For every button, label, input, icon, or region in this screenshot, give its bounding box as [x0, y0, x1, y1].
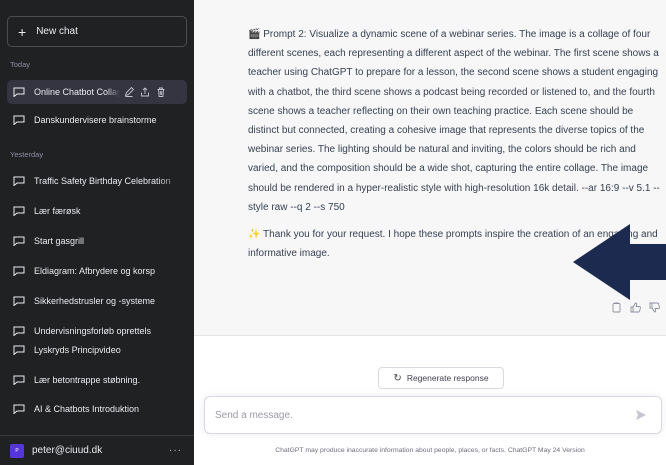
sidebar-item[interactable]: Lær færøsk [7, 199, 187, 223]
chat-bubble-icon [13, 176, 25, 186]
sidebar-item[interactable]: Eldiagram: Afbrydere og korsp [7, 259, 187, 283]
sidebar-item[interactable]: Traffic Safety Birthday Celebration [7, 169, 187, 193]
copy-icon[interactable] [611, 302, 622, 313]
sidebar-item-label: Traffic Safety Birthday Celebration [34, 176, 171, 186]
thumbs-down-icon[interactable] [649, 302, 660, 313]
chat-bubble-icon [13, 115, 25, 125]
sidebar-item-label: Undervisningsforløb oprettels [34, 326, 152, 336]
sidebar-item-label: Lær betontrappe støbning. [34, 375, 141, 385]
chat-bubble-icon [13, 296, 25, 306]
sidebar: + New chat Today Online Chatbot Collage … [0, 0, 194, 465]
message-composer [204, 396, 662, 434]
chat-bubble-icon [13, 345, 25, 355]
trash-icon[interactable] [156, 87, 166, 97]
edit-icon[interactable] [124, 87, 134, 97]
sidebar-item-label: Eldiagram: Afbrydere og korsp [34, 266, 156, 276]
new-chat-label: New chat [36, 26, 78, 37]
sidebar-item-label: Danskundervisere brainstorme [34, 115, 157, 125]
regenerate-response-button[interactable]: ↻ Regenerate response [378, 367, 504, 389]
pointer-arrow-annotation [573, 224, 666, 300]
chat-bubble-icon [13, 206, 25, 216]
sidebar-item-label: Online Chatbot Collage [34, 87, 120, 97]
item-actions [124, 87, 172, 97]
sidebar-item[interactable]: AI & Chatbots Introduktion [7, 397, 187, 421]
message-input[interactable] [215, 409, 635, 421]
sidebar-item-label: Start gasgrill [34, 236, 85, 246]
user-email: peter@ciuud.dk [32, 445, 103, 456]
chat-bubble-icon [13, 87, 25, 97]
sidebar-item-label: AI & Chatbots Introduktion [34, 404, 140, 414]
sidebar-item[interactable]: Lyskryds Principvideo [7, 338, 187, 362]
user-menu[interactable]: P peter@ciuud.dk ··· [0, 435, 194, 465]
message-actions [611, 302, 660, 313]
avatar: P [10, 443, 24, 458]
sidebar-item[interactable]: Danskundervisere brainstorme [7, 108, 187, 132]
sidebar-item[interactable]: Start gasgrill [7, 229, 187, 253]
refresh-icon: ↻ [393, 372, 402, 384]
sidebar-item-active[interactable]: Online Chatbot Collage [7, 80, 187, 104]
section-label-today: Today [10, 60, 31, 69]
chat-bubble-icon [13, 266, 25, 276]
send-icon[interactable] [635, 409, 647, 421]
sidebar-item-label: Lær færøsk [34, 206, 81, 216]
prompt-paragraph: 🎬 Prompt 2: Visualize a dynamic scene of… [248, 29, 660, 213]
thumbs-up-icon[interactable] [630, 302, 641, 313]
sidebar-item[interactable]: Lær betontrappe støbning. [7, 368, 187, 392]
sidebar-item-label: Lyskryds Principvideo [34, 345, 121, 355]
more-options-icon[interactable]: ··· [169, 445, 182, 456]
chat-bubble-icon [13, 375, 25, 385]
share-icon[interactable] [140, 87, 150, 97]
chat-bubble-icon [13, 404, 25, 414]
plus-icon: + [18, 23, 27, 40]
section-label-yesterday: Yesterday [10, 150, 44, 159]
disclaimer-text: ChatGPT may produce inaccurate informati… [275, 447, 585, 454]
new-chat-button[interactable]: + New chat [7, 16, 187, 47]
regenerate-label: Regenerate response [406, 373, 489, 383]
sidebar-item-label: Sikkerhedstrusler og -systeme [34, 296, 156, 306]
chat-bubble-icon [13, 236, 25, 246]
sidebar-item[interactable]: Sikkerhedstrusler og -systeme [7, 289, 187, 313]
chat-bubble-icon [13, 326, 25, 336]
